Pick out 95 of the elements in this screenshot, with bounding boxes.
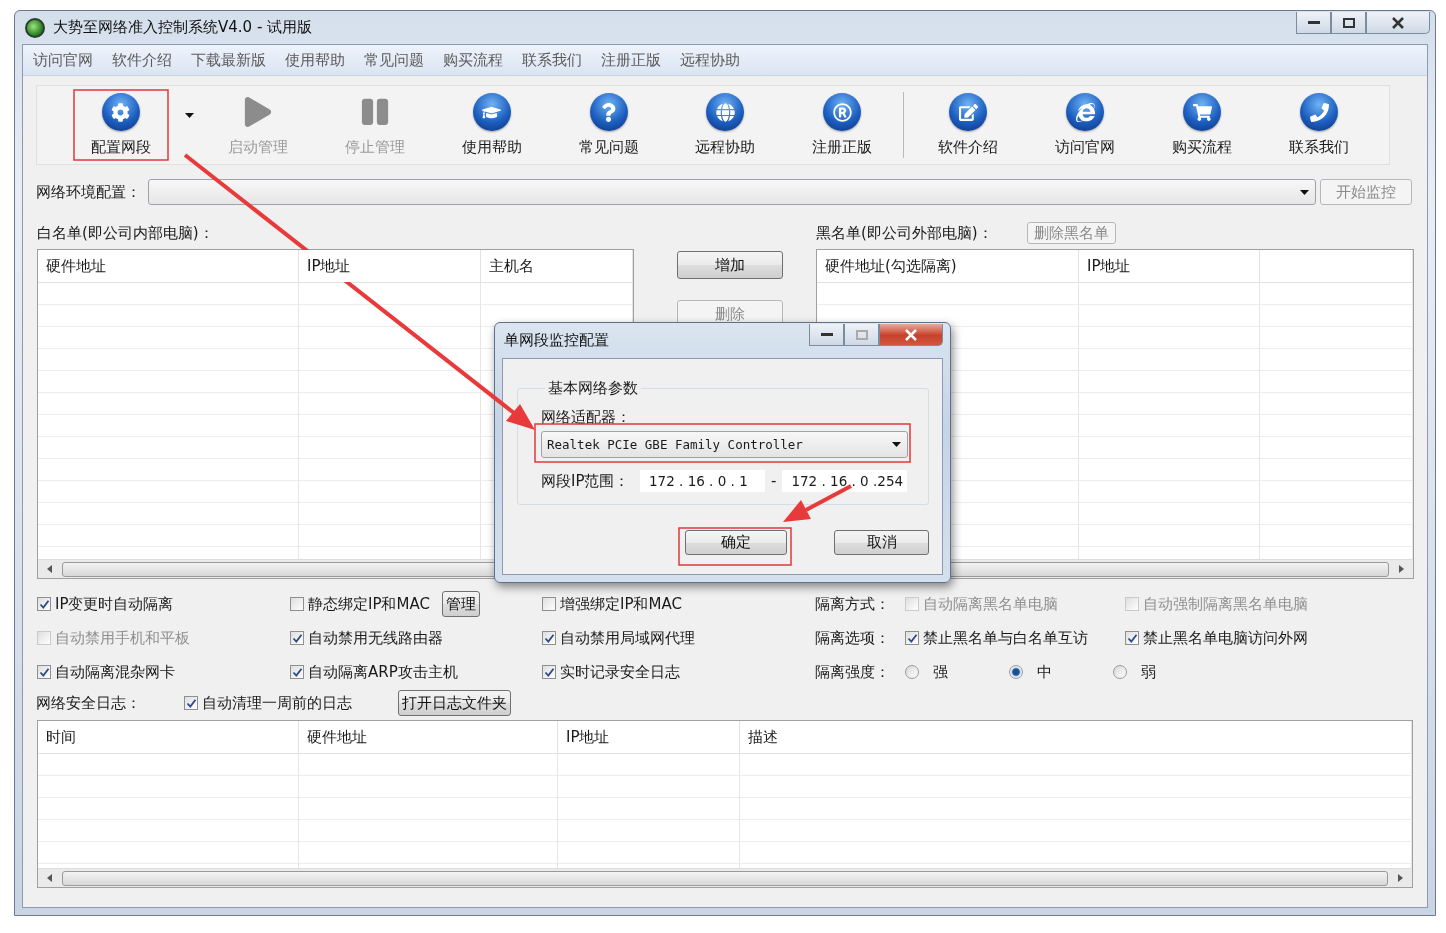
open-log-folder-button[interactable]: 打开日志文件夹 <box>398 690 511 716</box>
horizontal-scrollbar[interactable] <box>38 868 1412 887</box>
checkbox-label: 自动隔离黑名单电脑 <box>923 594 1058 614</box>
radio-label: 强 <box>933 662 948 682</box>
caret-icon <box>892 442 901 447</box>
maximize-icon <box>855 329 868 340</box>
close-button[interactable] <box>879 324 943 346</box>
ip-field[interactable]: 172 . 16 . 0 .254 <box>782 470 908 492</box>
toolbar-button[interactable]: 使用帮助 <box>444 90 539 160</box>
checkbox-label: 自动强制隔离黑名单电脑 <box>1143 594 1308 614</box>
close-icon <box>1391 16 1405 29</box>
adapter-combobox[interactable]: Realtek PCIe GBE Family Controller <box>541 431 908 458</box>
menu-item[interactable]: 注册正版 <box>601 50 661 70</box>
minimize-button[interactable] <box>1296 12 1331 34</box>
checkbox[interactable] <box>184 696 198 710</box>
checkbox[interactable] <box>1125 631 1139 645</box>
checkbox-label: 自动清理一周前的日志 <box>202 693 353 713</box>
shopping-cart-icon <box>1183 93 1222 131</box>
checkbox[interactable] <box>290 597 304 611</box>
close-button[interactable] <box>1366 12 1430 34</box>
phone-icon <box>1300 93 1338 131</box>
field-label: 网段IP范围： <box>541 471 631 491</box>
browser-icon <box>1066 93 1105 131</box>
checkbox-label: 自动禁用无线路由器 <box>308 628 443 648</box>
close-icon <box>904 328 918 341</box>
menu-item[interactable]: 购买流程 <box>443 50 503 70</box>
checkbox-label: 实时记录安全日志 <box>560 662 680 682</box>
toolbar-button[interactable]: 注册正版 <box>795 90 890 160</box>
globe-icon <box>706 93 745 131</box>
toolbar-button[interactable]: 远程协助 <box>678 90 773 160</box>
menu-item[interactable]: 下载最新版 <box>191 50 266 70</box>
caret-icon <box>1300 189 1309 195</box>
menu-item[interactable]: 访问官网 <box>33 50 93 70</box>
field-label: 网络适配器： <box>541 408 631 426</box>
radio-button[interactable] <box>905 665 919 679</box>
toolbar-button[interactable]: 配置网段 <box>74 90 168 160</box>
toolbar-button[interactable]: 访问官网 <box>1038 90 1133 160</box>
menu-item[interactable]: 常见问题 <box>364 50 424 70</box>
dialog-button[interactable]: 确定 <box>685 530 787 555</box>
menu-item[interactable]: 远程协助 <box>680 50 740 70</box>
graduation-cap-icon <box>472 93 511 131</box>
field-label: 隔离选项： <box>815 628 891 648</box>
side-button[interactable]: 增加 <box>677 251 783 279</box>
checkbox-label: 自动隔离ARP攻击主机 <box>308 662 458 682</box>
field-label: 隔离方式： <box>815 594 891 614</box>
menu-item[interactable]: 联系我们 <box>522 50 582 70</box>
checkbox-label: IP变更时自动隔离 <box>55 594 174 614</box>
checkbox[interactable] <box>37 597 51 611</box>
section-title: 白名单(即公司内部电脑)： <box>37 223 214 243</box>
field-label: 网络环境配置： <box>36 182 142 202</box>
minimize-icon <box>1307 20 1320 25</box>
dialog-button[interactable]: 取消 <box>834 530 929 555</box>
field-label: 隔离强度： <box>815 662 891 682</box>
annotation-arrow <box>783 484 852 522</box>
minimize-button[interactable] <box>809 324 844 346</box>
app-logo-icon <box>25 17 45 38</box>
toolbar-button[interactable]: 常见问题 <box>561 90 656 160</box>
checkbox-label: 增强绑定IP和MAC <box>560 594 682 614</box>
checkbox[interactable] <box>542 665 556 679</box>
checkbox-label: 自动禁用手机和平板 <box>55 628 190 648</box>
checkbox[interactable] <box>542 631 556 645</box>
maximize-button[interactable] <box>1331 12 1366 34</box>
radio-label: 中 <box>1037 662 1052 682</box>
gear-icon <box>101 93 140 131</box>
minimize-icon <box>820 332 833 337</box>
radio-button[interactable] <box>1113 665 1127 679</box>
radio-label: 弱 <box>1141 662 1156 682</box>
maximize-icon <box>1342 17 1355 28</box>
checkbox[interactable] <box>905 631 919 645</box>
checkbox-label: 禁止黑名单与白名单互访 <box>923 628 1088 648</box>
radio-button[interactable] <box>1009 665 1023 679</box>
checkbox[interactable] <box>290 631 304 645</box>
checkbox[interactable] <box>37 665 51 679</box>
checkbox-label: 禁止黑名单电脑访问外网 <box>1143 628 1308 648</box>
document-edit-icon <box>949 93 988 131</box>
checkbox-label: 静态绑定IP和MAC <box>308 594 430 614</box>
registered-mark-icon <box>823 93 862 131</box>
dialog-title: 单网段监控配置 <box>504 331 609 350</box>
checkbox-label: 自动禁用局域网代理 <box>560 628 695 648</box>
section-title: 黑名单(即公司外部电脑)： <box>816 223 993 243</box>
range-dash: - <box>771 472 777 490</box>
checkbox-label: 自动隔离混杂网卡 <box>55 662 175 682</box>
manage-button[interactable]: 管理 <box>441 591 480 617</box>
menu-item[interactable]: 使用帮助 <box>285 50 345 70</box>
help-icon <box>589 93 628 131</box>
toolbar-button[interactable]: 软件介绍 <box>921 90 1016 160</box>
group-title: 基本网络参数 <box>547 379 639 398</box>
window-title: 大势至网络准入控制系统V4.0 - 试用版 <box>53 18 313 37</box>
toolbar-button[interactable]: 购买流程 <box>1155 90 1250 160</box>
ip-field[interactable]: 172 . 16 . 0 . 1 <box>640 470 765 492</box>
field-label: 网络安全日志： <box>36 693 142 713</box>
menu-item[interactable]: 软件介绍 <box>112 50 172 70</box>
checkbox[interactable] <box>290 665 304 679</box>
checkbox[interactable] <box>542 597 556 611</box>
toolbar-button[interactable]: 联系我们 <box>1272 90 1366 160</box>
